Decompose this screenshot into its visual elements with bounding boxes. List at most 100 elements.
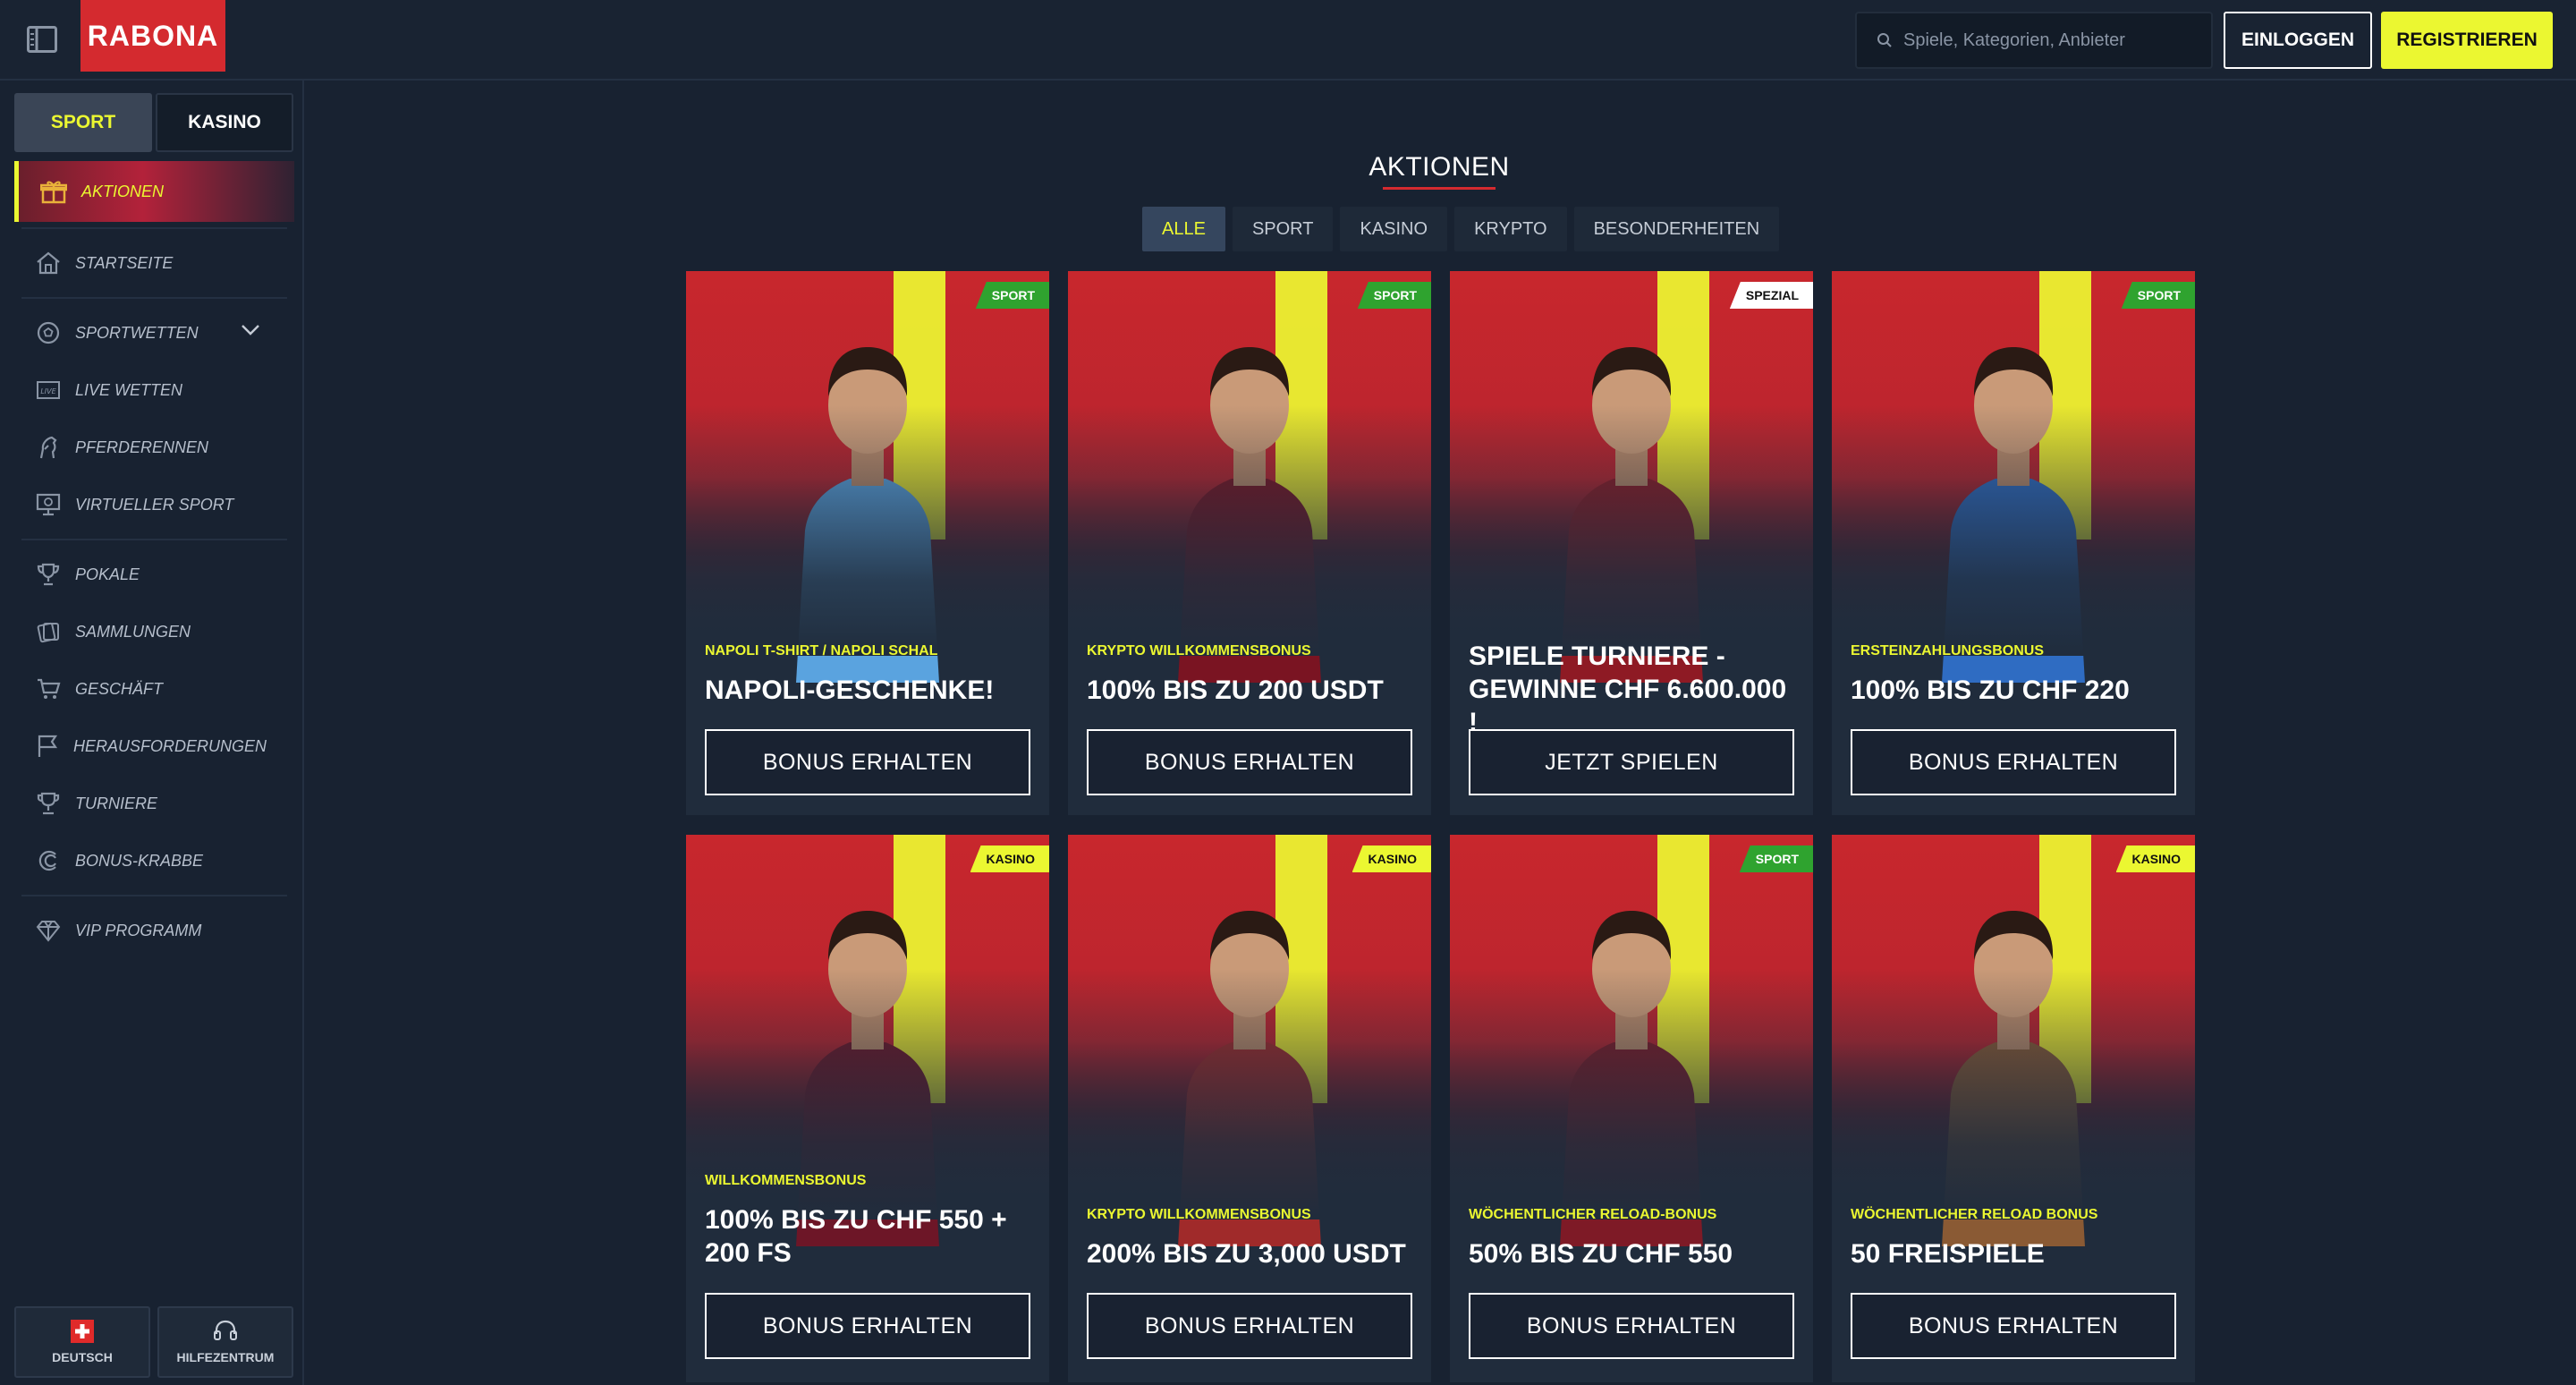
promo-headline: 200% BIS ZU 3,000 USDT [1087,1239,1406,1269]
category-badge: KASINO [1352,845,1431,872]
sidebar-item-startseite[interactable]: STARTSEITE [14,234,294,292]
help-center-button[interactable]: HILFEZENTRUM [157,1306,293,1378]
monitor-icon [36,493,61,516]
sidebar-footer: DEUTSCH HILFEZENTRUM [14,1306,294,1378]
sidebar-item-label: VIP PROGRAMM [75,921,202,939]
promo-card[interactable]: SPEZIAL SPIELE TURNIERE - GEWINNE CHF 6.6… [1450,271,1813,815]
divider [21,539,287,540]
promo-subtitle: KRYPTO WILLKOMMENSBONUS [1087,643,1311,659]
promo-card[interactable]: KASINO WILLKOMMENSBONUS 100% BIS ZU CHF 55… [686,835,1049,1382]
artwork-fade [1068,405,1431,656]
claim-bonus-button[interactable]: BONUS ERHALTEN [1851,1293,2176,1359]
category-badge: SPORT [975,282,1049,309]
language-button[interactable]: DEUTSCH [14,1306,150,1378]
sidebar-item-virtueller-sport[interactable]: VIRTUELLER SPORT [14,476,294,533]
promo-headline: 50 FREISPIELE [1851,1239,2045,1269]
search-placeholder: Spiele, Kategorien, Anbieter [1903,30,2125,50]
svg-text:LIVE: LIVE [40,387,56,395]
sidebar-item-label: BONUS-KRABBE [75,851,204,870]
sidebar-item-label: LIVE WETTEN [75,380,183,399]
promo-card[interactable]: SPORT WÖCHENTLICHER RELOAD-BONUS 50% BIS Z… [1450,835,1813,1382]
promo-card-artwork [1832,835,2195,1246]
help-center-label: HILFEZENTRUM [176,1350,275,1364]
cart-icon [38,678,61,699]
promo-card-artwork [1068,835,1431,1246]
sidebar-item-pferderennen[interactable]: PFERDERENNEN [14,419,294,476]
claim-bonus-button[interactable]: BONUS ERHALTEN [705,729,1030,795]
promo-card-artwork [1450,835,1813,1246]
category-badge: SPORT [2121,282,2195,309]
promo-card-artwork [1450,271,1813,683]
sidebar-item-label: AKTIONEN [81,182,165,200]
language-label: DEUTSCH [52,1350,113,1364]
search-icon [1877,33,1892,47]
sidebar-item-label: VIRTUELLER SPORT [75,495,234,514]
claim-bonus-button[interactable]: BONUS ERHALTEN [1851,729,2176,795]
promo-card[interactable]: KASINO KRYPTO WILLKOMMENSBONUS 200% BIS ZU… [1068,835,1431,1382]
filter-tab-besonderheiten[interactable]: BESONDERHEITEN [1573,207,1780,251]
sidebar-item-label: TURNIERE [75,794,158,812]
sidebar-toggle-icon[interactable] [27,26,57,53]
sidebar-item-turniere[interactable]: TURNIERE [14,775,294,832]
sidebar-item-pokale[interactable]: POKALE [14,546,294,603]
sidebar-item-sportwetten[interactable]: SPORTWETTEN [14,304,294,361]
collections-icon [37,622,59,643]
claim-bonus-button[interactable]: BONUS ERHALTEN [1469,1293,1794,1359]
sidebar-item-label: POKALE [75,565,140,583]
filter-tab-alle[interactable]: ALLE [1142,207,1225,251]
promo-card[interactable]: SPORT ERSTEINZAHLUNGSBONUS 100% BIS ZU CHF… [1832,271,2195,815]
filter-tab-sport[interactable]: SPORT [1232,207,1334,251]
promo-subtitle: WÖCHENTLICHER RELOAD-BONUS [1469,1207,1717,1222]
divider [21,297,287,299]
promo-subtitle: WÖCHENTLICHER RELOAD BONUS [1851,1207,2098,1222]
segment-sport[interactable]: SPORT [14,93,152,152]
sidebar-item-herausforderungen[interactable]: HERAUSFORDERUNGEN [14,718,294,775]
sidebar-item-sammlungen[interactable]: SAMMLUNGEN [14,603,294,660]
filter-tab-krypto[interactable]: KRYPTO [1454,207,1567,251]
crab-icon [38,850,56,871]
trophy-icon [37,563,60,586]
live-icon: LIVE [37,381,60,399]
promo-card[interactable]: KASINO WÖCHENTLICHER RELOAD BONUS 50 FREIS… [1832,835,2195,1382]
swiss-flag-icon [71,1320,94,1343]
sidebar-item-label: STARTSEITE [75,253,174,272]
sidebar-item-bonus-krabbe[interactable]: BONUS-KRABBE [14,832,294,889]
promo-card[interactable]: SPORT NAPOLI T-SHIRT / NAPOLI SCHAL NAPOLI… [686,271,1049,815]
claim-bonus-button[interactable]: BONUS ERHALTEN [1087,1293,1412,1359]
sidebar: SPORT KASINO AKTIONEN STARTSEITE SPORTWE… [0,81,304,1385]
home-icon [37,251,60,275]
promo-subtitle: NAPOLI T-SHIRT / NAPOLI SCHAL [705,643,938,659]
promo-subtitle: KRYPTO WILLKOMMENSBONUS [1087,1207,1311,1222]
filter-tab-kasino[interactable]: KASINO [1340,207,1448,251]
top-bar: RABONA Spiele, Kategorien, Anbieter EINL… [0,0,2576,81]
chevron-down-icon[interactable] [241,324,260,336]
artwork-fade [1068,969,1431,1219]
sidebar-item-label: HERAUSFORDERUNGEN [73,736,267,755]
flag-icon [38,735,58,757]
promo-card[interactable]: SPORT KRYPTO WILLKOMMENSBONUS 100% BIS ZU … [1068,271,1431,815]
promo-headline: 50% BIS ZU CHF 550 [1469,1239,1733,1269]
claim-bonus-button[interactable]: BONUS ERHALTEN [705,1293,1030,1359]
category-badge: KASINO [2115,845,2195,872]
divider [21,895,287,896]
register-button[interactable]: REGISTRIEREN [2381,12,2553,69]
sidebar-item-vip-programm[interactable]: VIP PROGRAMM [14,902,294,959]
segment-kasino[interactable]: KASINO [156,93,293,152]
promo-headline: 100% BIS ZU CHF 220 [1851,676,2130,705]
horse-icon [39,436,57,459]
search-input[interactable]: Spiele, Kategorien, Anbieter [1855,12,2213,69]
promo-headline: SPIELE TURNIERE - GEWINNE CHF 6.600.000 … [1469,642,1787,737]
sidebar-item-label: PFERDERENNEN [75,438,209,456]
category-badge: SPEZIAL [1729,282,1813,309]
artwork-fade [1832,405,2195,656]
play-now-button[interactable]: JETZT SPIELEN [1469,729,1794,795]
sidebar-item-label: GESCHÄFT [75,679,164,698]
login-button[interactable]: EINLOGGEN [2224,12,2372,69]
sidebar-item-geschaeft[interactable]: GESCHÄFT [14,660,294,718]
sidebar-item-aktionen[interactable]: AKTIONEN [14,161,294,222]
claim-bonus-button[interactable]: BONUS ERHALTEN [1087,729,1412,795]
rabona-logo[interactable]: RABONA [80,0,225,72]
artwork-fade [686,405,1049,656]
sidebar-nav: AKTIONEN STARTSEITE SPORTWETTEN LIVE LIV… [14,156,294,959]
sidebar-item-live-wetten[interactable]: LIVE LIVE WETTEN [14,361,294,419]
